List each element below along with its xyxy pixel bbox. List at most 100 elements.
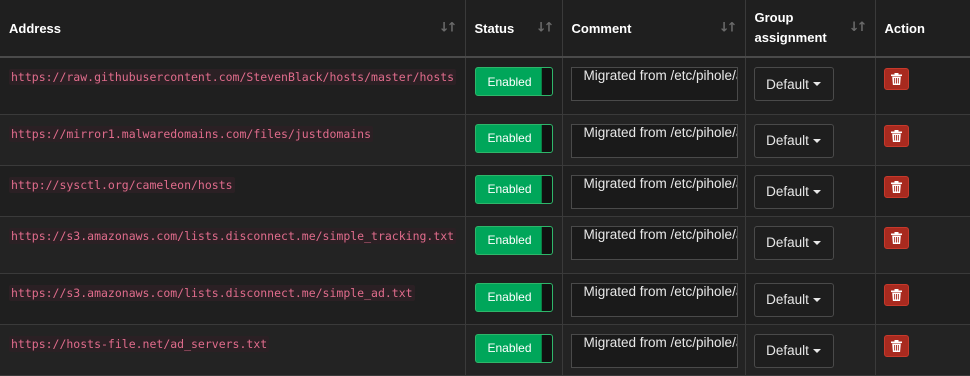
trash-icon [890, 73, 902, 85]
toggle-handle[interactable] [540, 283, 552, 311]
action-header-label: Action [884, 20, 925, 36]
status-toggle[interactable]: Enabled [474, 174, 553, 204]
toggle-handle[interactable] [540, 334, 552, 362]
action-cell [875, 273, 970, 325]
comment-input[interactable]: Migrated from /etc/pihole/adlists.list [570, 282, 738, 317]
status-toggle[interactable]: Enabled [474, 333, 553, 363]
comment-cell: Migrated from /etc/pihole/adlists.list [562, 216, 746, 274]
trash-icon [890, 339, 902, 352]
trash-icon [890, 180, 902, 193]
list-url: https://raw.githubusercontent.com/Steven… [9, 69, 457, 85]
comment-input[interactable]: Migrated from /etc/pihole/adlists.list [570, 333, 738, 368]
group-selected-value: Default [766, 292, 809, 307]
status-cell: Enabled [465, 324, 563, 376]
sort-icon[interactable]: ↓↑ [849, 18, 868, 38]
comment-input[interactable]: Migrated from /etc/pihole/adlists.list [570, 123, 738, 158]
caret-down-icon [812, 240, 821, 245]
action-column-header: Action [875, 0, 970, 58]
caret-down-icon [812, 138, 821, 143]
delete-button[interactable] [883, 283, 909, 306]
toggle-handle[interactable] [540, 124, 552, 152]
address-column-header[interactable]: Address ↓↑ [0, 0, 466, 58]
table-row: https://s3.amazonaws.com/lists.disconnec… [0, 273, 970, 325]
address-cell: https://mirror1.malwaredomains.com/files… [0, 114, 466, 166]
comment-column-header[interactable]: Comment ↓↑ [562, 0, 746, 58]
address-text: https://raw.githubusercontent.com/Steven… [9, 67, 465, 88]
address-cell: https://s3.amazonaws.com/lists.disconnec… [0, 216, 466, 274]
address-cell: https://raw.githubusercontent.com/Steven… [0, 57, 466, 115]
action-cell [875, 324, 970, 376]
address-text: http://sysctl.org/cameleon/hosts [9, 175, 465, 196]
delete-button[interactable] [883, 334, 909, 357]
status-toggle-label: Enabled [487, 233, 532, 247]
toggle-handle[interactable] [540, 226, 552, 254]
address-text: https://mirror1.malwaredomains.com/files… [9, 124, 465, 145]
group-assignment-dropdown[interactable]: Default [753, 123, 834, 158]
action-cell [875, 114, 970, 166]
group-assignment-dropdown[interactable]: Default [753, 225, 834, 260]
delete-button[interactable] [883, 175, 909, 198]
group-header-label-line1: Group [754, 10, 794, 25]
group-cell: Default [745, 165, 876, 217]
group-cell: Default [745, 57, 876, 115]
toggle-handle[interactable] [540, 175, 552, 203]
trash-icon [890, 288, 902, 301]
address-cell: https://s3.amazonaws.com/lists.disconnec… [0, 273, 466, 325]
comment-input[interactable]: Migrated from /etc/pihole/adlists.list [570, 225, 738, 260]
group-selected-value: Default [766, 235, 809, 250]
table-row: https://hosts-file.net/ad_servers.txt En… [0, 324, 970, 376]
group-header-label-line2: assignment [754, 30, 827, 45]
list-url: https://mirror1.malwaredomains.com/files… [9, 125, 374, 142]
list-url: http://sysctl.org/cameleon/hosts [9, 176, 235, 193]
status-toggle[interactable]: Enabled [474, 123, 553, 153]
sort-icon[interactable]: ↓↑ [536, 21, 555, 36]
group-selected-value: Default [766, 76, 809, 92]
group-cell: Default [745, 216, 876, 274]
status-cell: Enabled [465, 57, 563, 115]
comment-input[interactable]: Migrated from /etc/pihole/adlists.list [570, 67, 738, 101]
toggle-handle[interactable] [540, 68, 552, 95]
comment-cell: Migrated from /etc/pihole/adlists.list [562, 165, 746, 217]
comment-cell: Migrated from /etc/pihole/adlists.list [562, 114, 746, 166]
action-cell [875, 216, 970, 274]
group-assignment-dropdown[interactable]: Default [753, 333, 834, 368]
action-cell [875, 165, 970, 217]
adlists-table: Address ↓↑ Status ↓↑ Comment ↓↑ Group as… [0, 0, 970, 376]
status-toggle-label: Enabled [487, 290, 532, 304]
delete-button[interactable] [883, 226, 909, 249]
list-url: https://s3.amazonaws.com/lists.disconnec… [9, 227, 457, 244]
table-row: https://mirror1.malwaredomains.com/files… [0, 114, 970, 166]
table-row: https://raw.githubusercontent.com/Steven… [0, 57, 970, 115]
caret-down-icon [812, 82, 821, 86]
address-text: https://s3.amazonaws.com/lists.disconnec… [9, 283, 465, 304]
sort-icon[interactable]: ↓↑ [719, 21, 738, 36]
comment-cell: Migrated from /etc/pihole/adlists.list [562, 273, 746, 325]
status-toggle-label: Enabled [487, 74, 532, 89]
address-header-label: Address [9, 20, 62, 36]
group-assignment-dropdown[interactable]: Default [753, 67, 834, 101]
delete-button[interactable] [883, 68, 909, 90]
delete-button[interactable] [883, 124, 909, 147]
status-toggle-label: Enabled [487, 182, 532, 196]
status-cell: Enabled [465, 273, 563, 325]
status-toggle[interactable]: Enabled [474, 67, 553, 96]
group-assignment-dropdown[interactable]: Default [753, 174, 834, 209]
group-cell: Default [745, 324, 876, 376]
list-url: https://s3.amazonaws.com/lists.disconnec… [9, 284, 415, 301]
table-row: https://s3.amazonaws.com/lists.disconnec… [0, 216, 970, 274]
group-column-header[interactable]: Group assignment ↓↑ [745, 0, 876, 58]
caret-down-icon [812, 189, 821, 194]
sort-icon[interactable]: ↓↑ [439, 21, 458, 36]
action-cell [875, 57, 970, 115]
group-selected-value: Default [766, 343, 809, 358]
table-row: http://sysctl.org/cameleon/hosts Enabled… [0, 165, 970, 217]
status-toggle[interactable]: Enabled [474, 225, 553, 255]
status-cell: Enabled [465, 216, 563, 274]
status-cell: Enabled [465, 114, 563, 166]
group-assignment-dropdown[interactable]: Default [753, 282, 834, 317]
status-toggle[interactable]: Enabled [474, 282, 553, 312]
status-column-header[interactable]: Status ↓↑ [465, 0, 563, 58]
table-body: https://raw.githubusercontent.com/Steven… [0, 57, 970, 376]
group-cell: Default [745, 273, 876, 325]
comment-input[interactable]: Migrated from /etc/pihole/adlists.list [570, 174, 738, 209]
